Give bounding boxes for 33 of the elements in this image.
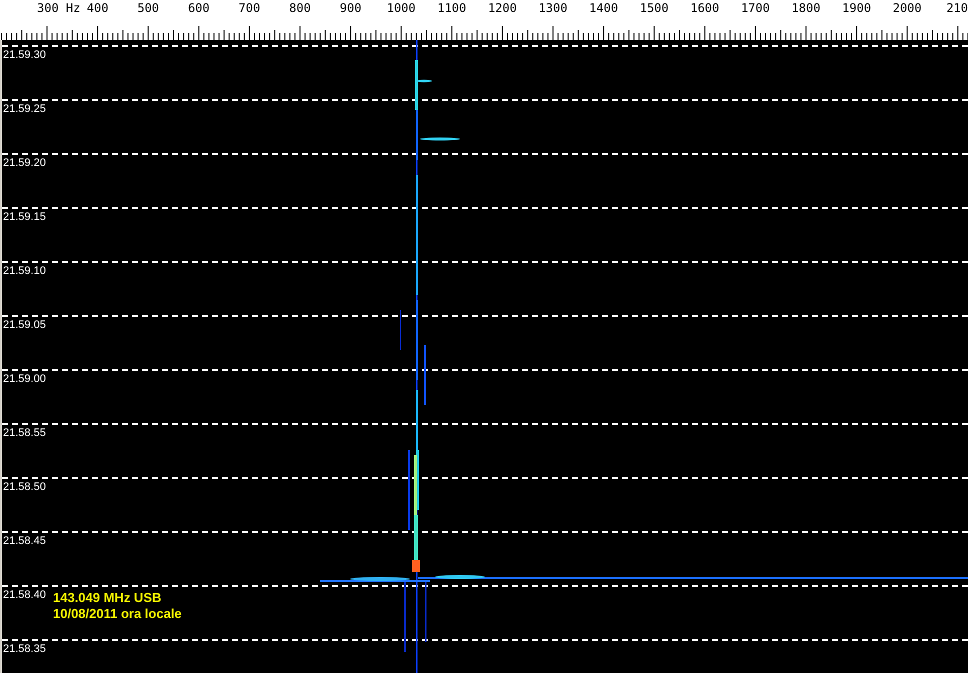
frequency-label: 900 (340, 1, 362, 15)
time-label: 21.59.15 (3, 211, 46, 223)
frequency-label: 800 (289, 1, 311, 15)
frequency-label: 1300 (538, 1, 568, 15)
overlay-text: 10/08/2011 ora locale (53, 606, 182, 622)
time-label: 21.58.40 (3, 589, 46, 601)
time-label: 21.59.00 (3, 373, 46, 385)
overlay-text: 143.049 MHz USB (53, 590, 162, 606)
frequency-label: 1700 (740, 1, 770, 15)
time-label: 21.59.25 (3, 103, 46, 115)
time-label: 21.58.55 (3, 427, 46, 439)
time-label: 21.58.35 (3, 643, 46, 655)
time-label: 21.58.50 (3, 481, 46, 493)
frequency-label: 400 (86, 1, 108, 15)
time-label: 21.58.45 (3, 535, 46, 547)
frequency-label: 300 Hz (37, 1, 80, 15)
time-label: 21.59.05 (3, 319, 46, 331)
frequency-label: 210 (946, 1, 968, 15)
frequency-label: 700 (238, 1, 260, 15)
time-label: 21.59.30 (3, 49, 46, 61)
frequency-label: 1000 (386, 1, 416, 15)
frequency-label: 1100 (437, 1, 466, 15)
frequency-label: 1200 (488, 1, 517, 15)
frequency-label: 2000 (892, 1, 922, 15)
frequency-label: 1500 (640, 1, 669, 15)
frequency-label: 1800 (792, 1, 820, 15)
frequency-label: 1400 (589, 1, 618, 15)
frequency-label: 600 (188, 1, 210, 15)
frequency-label: 1600 (690, 1, 720, 15)
time-label: 21.59.10 (3, 265, 46, 277)
frequency-label: 1900 (842, 1, 872, 15)
time-label: 21.59.20 (3, 157, 46, 169)
frequency-label: 500 (137, 1, 160, 15)
